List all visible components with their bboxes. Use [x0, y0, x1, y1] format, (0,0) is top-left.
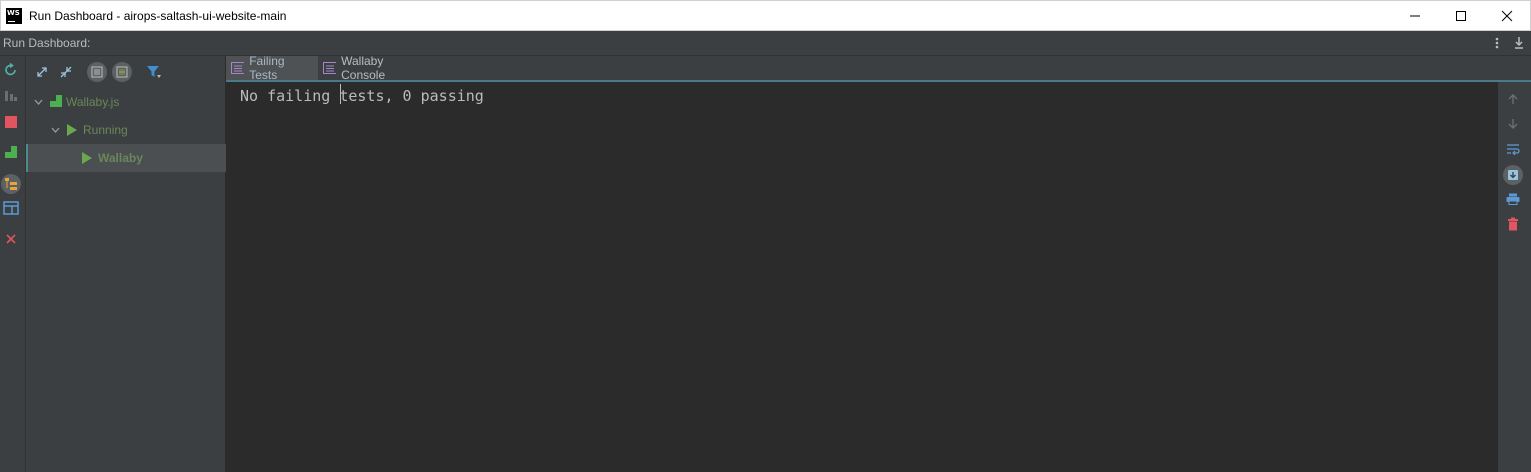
- tool-window-title: Run Dashboard:: [3, 36, 91, 50]
- print-icon[interactable]: [1504, 190, 1522, 208]
- left-toolbar: [0, 56, 26, 472]
- soft-wrap-icon[interactable]: [1504, 140, 1522, 158]
- console-text[interactable]: No failing tests, 0 passing: [240, 87, 484, 105]
- filter-icon[interactable]: [144, 62, 164, 82]
- window-title: Run Dashboard - airops-saltash-ui-websit…: [29, 8, 287, 23]
- tree-item-label: Running: [83, 123, 128, 137]
- stop-icon[interactable]: [3, 114, 19, 130]
- console-side-toolbar: [1498, 82, 1531, 472]
- config-icon: [50, 95, 64, 109]
- chevron-down-icon[interactable]: [32, 99, 44, 105]
- tab-label: Wallaby Console: [341, 54, 386, 82]
- run-icon: [66, 123, 80, 137]
- group-by-status-icon[interactable]: [87, 62, 107, 82]
- tree-item-label: Wallaby.js: [66, 95, 120, 109]
- minimize-icon: [1410, 15, 1420, 17]
- hide-panel-icon[interactable]: [1513, 35, 1525, 55]
- more-options-icon[interactable]: [1491, 35, 1503, 55]
- tab-wallaby-console[interactable]: Wallaby Console: [318, 54, 431, 82]
- group-by-config-icon[interactable]: [112, 62, 132, 82]
- arrow-up-icon[interactable]: [1504, 90, 1522, 108]
- window-titlebar: WS Run Dashboard - airops-saltash-ui-web…: [0, 0, 1531, 31]
- arrow-down-icon[interactable]: [1504, 115, 1522, 133]
- collapse-all-icon[interactable]: [56, 62, 76, 82]
- tab-failing-tests[interactable]: Failing Tests: [226, 54, 318, 82]
- tree-item-label: Wallaby: [98, 151, 143, 165]
- maximize-button[interactable]: [1438, 1, 1484, 31]
- group-by-type-icon[interactable]: [1, 174, 21, 194]
- console-icon: [231, 62, 245, 74]
- minimize-button[interactable]: [1392, 1, 1438, 31]
- console-icon: [323, 62, 337, 74]
- tab-label: Failing Tests: [249, 54, 285, 82]
- rerun-failed-icon[interactable]: [3, 88, 19, 104]
- tool-window-header: Run Dashboard:: [0, 31, 1531, 56]
- run-tree-panel: Wallaby.js Running Wallaby: [26, 56, 226, 472]
- expand-all-icon[interactable]: [32, 62, 52, 82]
- scroll-to-end-icon[interactable]: [1503, 165, 1523, 185]
- close-window-button[interactable]: [1484, 1, 1530, 31]
- text-caret: [340, 84, 341, 104]
- chevron-down-icon[interactable]: [49, 127, 61, 133]
- webstorm-logo-icon: WS: [6, 7, 22, 24]
- close-icon[interactable]: [3, 231, 19, 247]
- tree-item-running[interactable]: Running: [26, 116, 226, 144]
- tree-item-wallaby[interactable]: Wallaby: [26, 144, 226, 172]
- tree-item-wallaby-js[interactable]: Wallaby.js: [26, 88, 226, 116]
- tree-toolbar: [26, 56, 226, 86]
- clear-all-icon[interactable]: [1504, 215, 1522, 233]
- layout-icon[interactable]: [3, 200, 19, 216]
- close-icon: [1501, 10, 1513, 22]
- run-icon: [81, 151, 95, 165]
- rerun-icon[interactable]: [3, 62, 19, 78]
- config-icon[interactable]: [3, 144, 19, 160]
- console-output[interactable]: No failing tests, 0 passing: [226, 82, 1498, 472]
- maximize-icon: [1456, 11, 1466, 21]
- console-tabs: Failing Tests Wallaby Console: [226, 54, 1531, 82]
